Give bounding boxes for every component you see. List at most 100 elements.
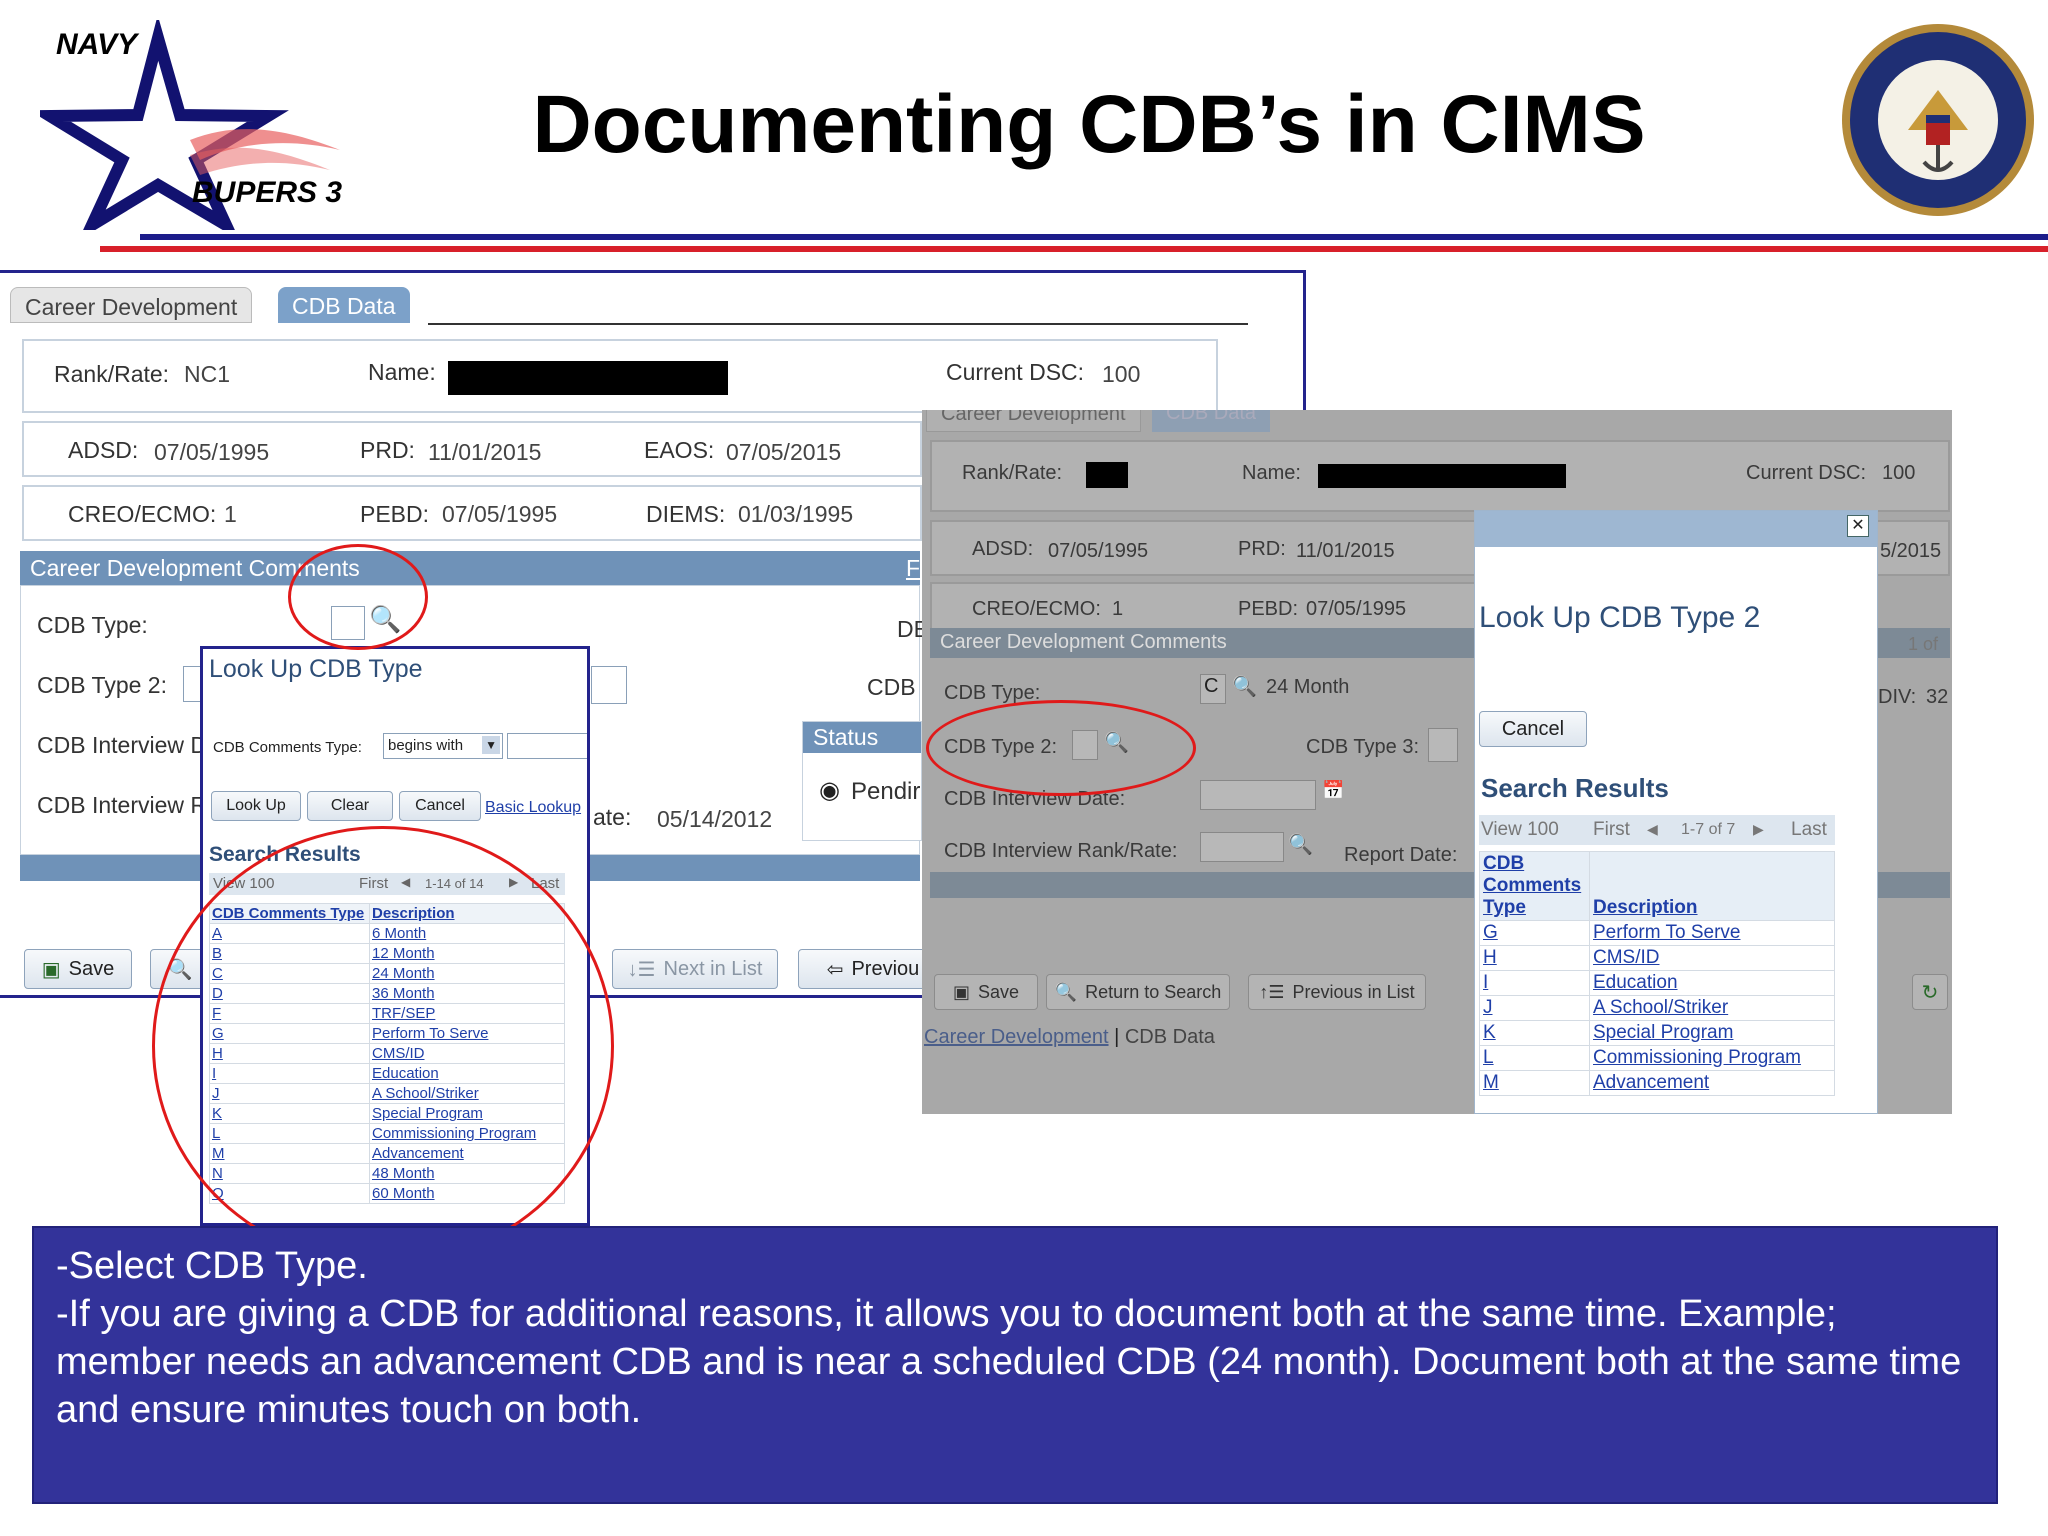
pebd-value-2: 07/05/1995 (1306, 598, 1407, 620)
previous-list-icon: ⇦ (826, 958, 844, 981)
pebd-value: 07/05/1995 (442, 501, 558, 527)
status-radio[interactable]: ◉ (819, 776, 840, 805)
interview-date-input-2[interactable] (1200, 780, 1316, 810)
save-button-2[interactable]: ▣ Save (934, 974, 1038, 1010)
previous-in-list-button-2[interactable]: ↑☰ Previous in List (1248, 974, 1426, 1010)
modal-row-code[interactable]: I (1483, 972, 1488, 993)
cdb-type3-input[interactable] (591, 666, 627, 704)
modal-row-code[interactable]: L (1483, 1047, 1494, 1068)
cdb-type3-label-2: CDB Type 3: (1306, 736, 1420, 758)
modal-range-text: 1-7 of 7 (1681, 821, 1736, 838)
interview-rank-input-2[interactable] (1200, 832, 1284, 862)
refresh-button[interactable]: ↻ (1912, 974, 1948, 1010)
cdb-type-input-2[interactable]: C (1200, 674, 1226, 704)
modal-row-description[interactable]: Special Program (1593, 1022, 1733, 1043)
modal-last-link[interactable]: Last (1791, 819, 1827, 841)
prd-label-2: PRD: (1238, 538, 1286, 560)
dsc-value: 100 (1102, 361, 1141, 387)
interview-rank-label: CDB Interview R (37, 792, 207, 818)
modal-table-row[interactable]: K Special Program (1479, 1020, 1835, 1046)
lookup-filter-input[interactable] (507, 733, 587, 759)
dsc-value-2: 100 (1882, 462, 1916, 484)
modal-row-code[interactable]: H (1483, 947, 1497, 968)
tab-cdb-data[interactable]: CDB Data (278, 287, 410, 323)
date-suffix-label: ate: (593, 804, 632, 830)
adsd-label: ADSD: (68, 437, 139, 463)
modal-row-code[interactable]: J (1483, 997, 1493, 1018)
creo-label-2: CREO/ECMO: (972, 598, 1101, 620)
modal-prev-arrow-icon[interactable]: ◀ (1647, 821, 1658, 838)
instruction-line-1: -Select CDB Type. (56, 1245, 368, 1287)
save-button-label-2: Save (977, 981, 1020, 1002)
previous-button-label: Previou (851, 957, 920, 980)
logo-bupers-text: BUPERS 3 (192, 176, 343, 209)
modal-row-code[interactable]: G (1483, 922, 1498, 943)
cdb-type-lookup-icon-2[interactable]: 🔍 (1232, 674, 1257, 699)
modal-cancel-button[interactable]: Cancel (1479, 711, 1587, 747)
lookup-operator-select[interactable]: begins with ▼ (383, 733, 503, 759)
modal-table-row[interactable]: I Education (1479, 970, 1835, 996)
breadcrumb-link[interactable]: Career Development (924, 1026, 1109, 1048)
modal-row-code[interactable]: K (1483, 1022, 1496, 1043)
return-button-label-2: Return to Search (1085, 981, 1222, 1002)
modal-nav-bar: View 100 First ◀ 1-7 of 7 ▶ Last (1479, 815, 1835, 845)
modal-cell-description: A School/Striker (1589, 995, 1835, 1021)
modal-cell-description: Commissioning Program (1589, 1045, 1835, 1071)
tab2-career-development[interactable]: Career Development (926, 410, 1141, 432)
modal-cell-code: I (1479, 970, 1590, 996)
cdb-type-input-value-2: C (1204, 675, 1219, 697)
modal-row-description[interactable]: A School/Striker (1593, 997, 1728, 1018)
chevron-down-icon: ▼ (482, 736, 500, 754)
basic-lookup-link[interactable]: Basic Lookup (485, 799, 581, 817)
creo-value-2: 1 (1112, 598, 1124, 620)
section-title-2: Career Development Comments (940, 631, 1227, 653)
next-in-list-button[interactable]: ↓☰ Next in List (612, 949, 778, 989)
lookup-button[interactable]: Look Up (211, 791, 301, 821)
modal-cell-code: M (1479, 1070, 1590, 1096)
modal-row-code[interactable]: M (1483, 1072, 1499, 1093)
interview-rank-lookup-icon[interactable]: 🔍 (1288, 832, 1313, 857)
modal-row-description[interactable]: Advancement (1593, 1072, 1709, 1093)
date-value: 05/14/2012 (657, 806, 773, 832)
section-link[interactable]: F (906, 555, 920, 582)
cancel-button[interactable]: Cancel (399, 791, 481, 821)
career-dev-comments-header: Career Development Comments F (20, 551, 920, 585)
modal-col-header-type[interactable]: CDB Comments Type (1479, 851, 1590, 921)
modal-row-description[interactable]: Commissioning Program (1593, 1047, 1801, 1068)
creo-label: CREO/ECMO: (68, 501, 217, 527)
modal-row-description[interactable]: Perform To Serve (1593, 922, 1740, 943)
calendar-icon[interactable]: 📅 (1322, 780, 1344, 801)
modal-search-results-title: Search Results (1481, 773, 1669, 803)
adsd-value-2: 07/05/1995 (1048, 540, 1149, 562)
return-to-search-button-2[interactable]: 🔍 Return to Search (1046, 974, 1230, 1010)
modal-next-arrow-icon[interactable]: ▶ (1753, 821, 1764, 838)
modal-row-description[interactable]: CMS/ID (1593, 947, 1660, 968)
save-button[interactable]: ▣ Save (24, 949, 132, 989)
breadcrumb-current: CDB Data (1124, 1026, 1215, 1048)
clear-button[interactable]: Clear (307, 791, 393, 821)
interview-rank-label-2: CDB Interview Rank/Rate: (944, 840, 1178, 862)
modal-table-row[interactable]: M Advancement (1479, 1070, 1835, 1096)
tab2-cdb-data[interactable]: CDB Data (1152, 410, 1271, 432)
modal-cell-description: Advancement (1589, 1070, 1835, 1096)
modal-table-row[interactable]: L Commissioning Program (1479, 1045, 1835, 1071)
modal-row-description[interactable]: Education (1593, 972, 1678, 993)
cdb-type3-input-2[interactable] (1428, 728, 1458, 762)
refresh-icon: ↻ (1921, 981, 1939, 1004)
tab-career-development[interactable]: Career Development (10, 287, 253, 323)
modal-table-row[interactable]: H CMS/ID (1479, 945, 1835, 971)
report-date-label-2: Report Date: (1344, 844, 1458, 866)
modal-table-row[interactable]: G Perform To Serve (1479, 920, 1835, 946)
lookup-cdb-type2-modal: ✕ Look Up CDB Type 2 Cancel Search Resul… (1474, 510, 1878, 1114)
close-icon[interactable]: ✕ (1847, 515, 1869, 537)
modal-col-header-description[interactable]: Description (1589, 851, 1835, 921)
modal-titlebar: ✕ (1475, 511, 1877, 547)
eaos-label: EAOS: (644, 437, 715, 463)
highlight-circle-cdb-type (288, 544, 428, 650)
save-icon-2: ▣ (952, 981, 970, 1002)
modal-table-row[interactable]: J A School/Striker (1479, 995, 1835, 1021)
modal-view-100-link[interactable]: View 100 (1481, 819, 1559, 841)
pebd-label-2: PEBD: (1238, 598, 1299, 620)
modal-first-link[interactable]: First (1593, 819, 1630, 841)
prd-value-2: 11/01/2015 (1296, 540, 1395, 562)
